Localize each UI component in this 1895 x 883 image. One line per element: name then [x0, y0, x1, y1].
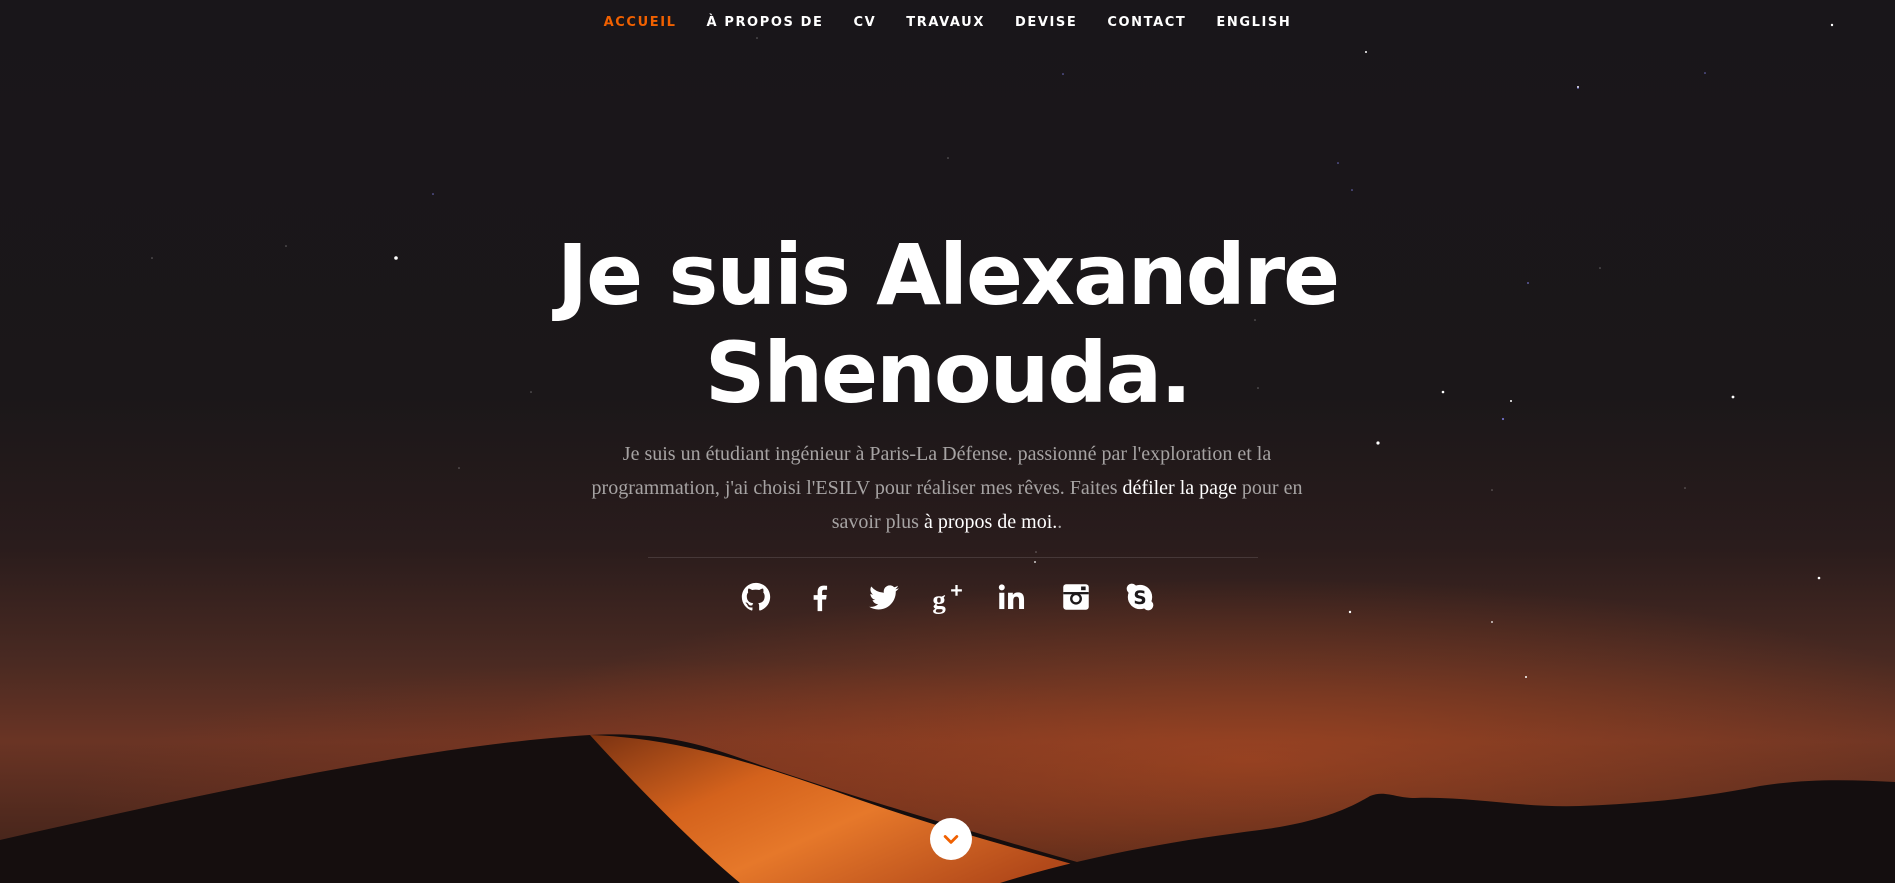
linkedin-link[interactable] — [995, 580, 1029, 614]
title-line-2: Shenouda. — [704, 324, 1192, 422]
google-plus-link[interactable]: g — [931, 580, 965, 614]
twitter-icon — [868, 585, 899, 610]
nav-accueil[interactable]: ACCUEIL — [604, 15, 677, 30]
facebook-link[interactable] — [803, 580, 837, 614]
nav-english[interactable]: ENGLISH — [1216, 15, 1291, 30]
divider — [648, 557, 1258, 558]
github-icon — [741, 582, 770, 611]
hero-section: ACCUEIL À PROPOS DE CV TRAVAUX DEVISE CO… — [0, 0, 1895, 883]
title-line-1: Je suis Alexandre — [556, 226, 1340, 324]
twitter-link[interactable] — [867, 580, 901, 614]
nav-contact[interactable]: CONTACT — [1107, 15, 1186, 30]
instagram-link[interactable] — [1059, 580, 1093, 614]
scroll-down-link[interactable]: défiler la page — [1123, 477, 1237, 499]
nav-devise[interactable]: DEVISE — [1015, 15, 1077, 30]
svg-text:S: S — [1133, 588, 1146, 609]
facebook-icon — [813, 585, 827, 612]
about-link[interactable]: à propos de moi. — [924, 511, 1057, 533]
main-nav: ACCUEIL À PROPOS DE CV TRAVAUX DEVISE CO… — [0, 0, 1895, 44]
scroll-down-button[interactable] — [930, 818, 972, 860]
social-links: g S — [0, 580, 1895, 614]
github-link[interactable] — [739, 580, 773, 614]
chevron-down-icon — [943, 835, 959, 844]
page-title: Je suis Alexandre Shenouda. — [0, 226, 1895, 422]
nav-travaux[interactable]: TRAVAUX — [906, 15, 985, 30]
intro-text-end: . — [1057, 511, 1063, 533]
instagram-icon — [1062, 584, 1089, 610]
skype-icon: S — [1126, 583, 1153, 611]
nav-cv[interactable]: CV — [853, 15, 876, 30]
linkedin-icon — [998, 584, 1024, 610]
svg-text:g: g — [932, 584, 946, 614]
nav-a-propos[interactable]: À PROPOS DE — [707, 15, 824, 30]
intro-text: Je suis un étudiant ingénieur à Paris-La… — [587, 437, 1307, 539]
skype-link[interactable]: S — [1123, 580, 1157, 614]
google-plus-icon: g — [932, 584, 962, 614]
